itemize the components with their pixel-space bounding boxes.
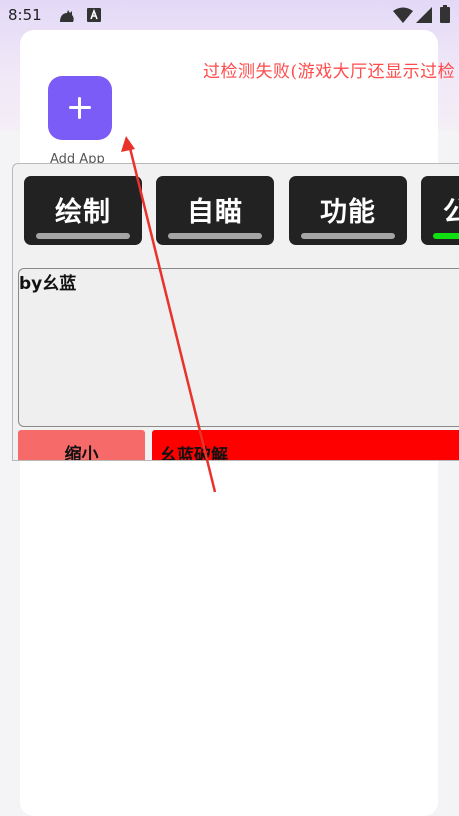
- arrow-head: [121, 136, 135, 152]
- arrow-shaft: [128, 147, 217, 493]
- annotation-arrow: [121, 136, 217, 493]
